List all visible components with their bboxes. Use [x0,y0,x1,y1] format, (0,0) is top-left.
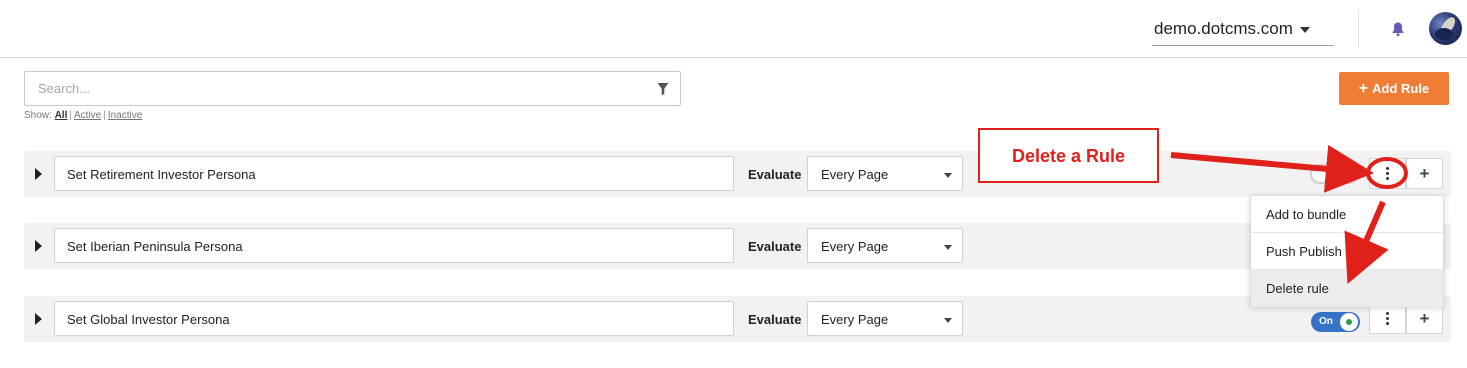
rule-toggle[interactable]: Off [1310,164,1359,184]
divider [1358,10,1359,48]
top-bar: demo.dotcms.com [0,0,1467,58]
avatar-shape [1435,28,1453,40]
filter-icon[interactable] [657,82,669,96]
plus-icon: + [1419,164,1430,183]
rule-name: Set Iberian Peninsula Persona [67,239,243,254]
menu-item-label: Push Publish [1266,244,1342,259]
avatar[interactable] [1429,12,1462,45]
search-input[interactable]: Search... [24,71,681,106]
rule-row: Set Iberian Peninsula Persona Evaluate E… [24,223,1451,269]
filter-active-link[interactable]: Active [74,110,101,121]
show-filter: Show: All | Active | Inactive [24,110,142,121]
expand-arrow-icon[interactable] [35,168,42,180]
toggle-knob [1312,166,1328,182]
more-vertical-icon [1386,167,1389,182]
menu-item-push-publish[interactable]: Push Publish [1251,233,1443,270]
filter-all-link[interactable]: All [55,110,68,121]
rule-actions-menu: Add to bundle Push Publish Delete rule [1250,195,1444,307]
toggle-label: Off [1337,168,1352,179]
chevron-down-icon [944,318,952,323]
rule-row: Set Retirement Investor Persona Evaluate… [24,151,1451,197]
annotation-callout: Delete a Rule [978,128,1159,183]
rule-name-input[interactable]: Set Global Investor Persona [54,301,734,336]
rule-name: Set Global Investor Persona [67,312,230,327]
more-vertical-icon [1386,312,1389,327]
add-rule-group-button[interactable]: + [1406,158,1443,189]
fire-on-value: Every Page [821,312,889,327]
chevron-down-icon [1300,27,1310,33]
chevron-down-icon [944,173,952,178]
show-filter-label: Show: [24,110,52,121]
add-rule-group-button[interactable]: + [1406,303,1443,334]
plus-icon: + [1358,80,1369,97]
fire-on-select[interactable]: Every Page [807,156,963,191]
expand-arrow-icon[interactable] [35,313,42,325]
rule-actions-button[interactable] [1369,303,1406,334]
bell-icon[interactable] [1391,21,1405,37]
add-rule-button[interactable]: + Add Rule [1339,72,1449,105]
evaluate-label: Evaluate [748,239,802,254]
separator: | [103,110,106,121]
menu-item-label: Delete rule [1266,281,1329,296]
search-placeholder: Search... [38,81,91,96]
rule-row: Set Global Investor Persona Evaluate Eve… [24,296,1451,342]
menu-item-label: Add to bundle [1266,207,1347,222]
menu-item-delete-rule[interactable]: Delete rule [1251,270,1443,307]
rule-actions-button[interactable] [1369,158,1406,189]
expand-arrow-icon[interactable] [35,240,42,252]
rule-toggle[interactable]: On [1311,312,1360,332]
fire-on-value: Every Page [821,239,889,254]
site-selector[interactable]: demo.dotcms.com [1152,14,1334,46]
site-selector-value: demo.dotcms.com [1154,19,1293,38]
filter-inactive-link[interactable]: Inactive [108,110,142,121]
rule-name-input[interactable]: Set Retirement Investor Persona [54,156,734,191]
fire-on-select[interactable]: Every Page [807,301,963,336]
menu-item-add-to-bundle[interactable]: Add to bundle [1251,196,1443,233]
rule-name: Set Retirement Investor Persona [67,167,256,182]
fire-on-value: Every Page [821,167,889,182]
chevron-down-icon [944,245,952,250]
add-rule-label: Add Rule [1372,81,1430,96]
status-dot [1346,319,1352,325]
rule-name-input[interactable]: Set Iberian Peninsula Persona [54,228,734,263]
evaluate-label: Evaluate [748,312,802,327]
fire-on-select[interactable]: Every Page [807,228,963,263]
toggle-knob [1340,313,1358,331]
evaluate-label: Evaluate [748,167,802,182]
plus-icon: + [1419,309,1430,328]
separator: | [69,110,72,121]
toggle-label: On [1319,316,1333,327]
annotation-text: Delete a Rule [1011,146,1126,166]
